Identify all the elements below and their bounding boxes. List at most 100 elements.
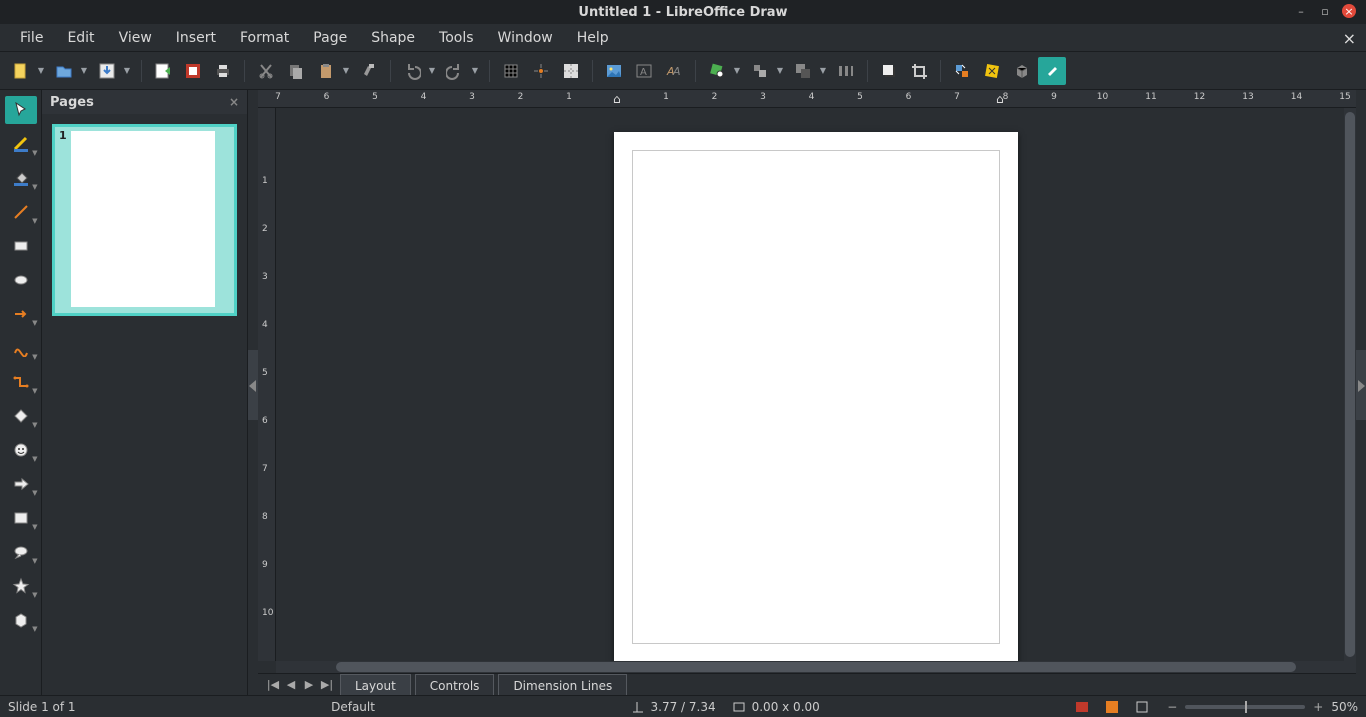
shadow-button[interactable] (875, 57, 903, 85)
nav-first-page-button[interactable]: |◀ (264, 674, 282, 695)
window-minimize-button[interactable]: – (1294, 4, 1308, 18)
ruler-h-label: 4 (421, 92, 427, 102)
paste-dropdown[interactable]: ▼ (341, 66, 351, 75)
basic-shapes-tool[interactable]: ▼ (5, 402, 37, 430)
ruler-v-label: 9 (262, 560, 268, 570)
horizontal-scrollbar[interactable] (276, 661, 1356, 673)
layer-tab-dimension-lines[interactable]: Dimension Lines (498, 674, 627, 695)
standard-toolbar: ▼ ▼ ▼ ▼ ▼ ▼ A AA ▼ ▼ ▼ (0, 52, 1366, 90)
nav-prev-page-button[interactable]: ◀ (282, 674, 300, 695)
page[interactable] (614, 132, 1018, 661)
layer-tab-layout[interactable]: Layout (340, 674, 411, 695)
redo-button[interactable] (441, 57, 469, 85)
menu-page[interactable]: Page (301, 27, 359, 49)
menu-format[interactable]: Format (228, 27, 301, 49)
snap-guides-button[interactable] (527, 57, 555, 85)
zoom-button[interactable] (703, 57, 731, 85)
save-button[interactable] (93, 57, 121, 85)
arrange-dropdown[interactable]: ▼ (818, 66, 828, 75)
menu-shape[interactable]: Shape (359, 27, 427, 49)
open-button[interactable] (50, 57, 78, 85)
toggle-extrusion-button[interactable] (1008, 57, 1036, 85)
stars-tool[interactable]: ▼ (5, 572, 37, 600)
new-button[interactable] (7, 57, 35, 85)
rectangle-tool[interactable] (5, 232, 37, 260)
flowchart-tool[interactable]: ▼ (5, 504, 37, 532)
zoom-level[interactable]: 50% (1331, 700, 1358, 714)
window-close-button[interactable]: × (1342, 4, 1356, 18)
zoom-in-button[interactable]: + (1311, 700, 1325, 714)
page-thumbnail[interactable]: 1 (52, 124, 237, 316)
signature-status-icon[interactable] (1075, 700, 1089, 714)
undo-dropdown[interactable]: ▼ (427, 66, 437, 75)
clone-formatting-button[interactable] (355, 57, 383, 85)
redo-dropdown[interactable]: ▼ (470, 66, 480, 75)
print-button[interactable] (209, 57, 237, 85)
zoom-out-button[interactable]: − (1165, 700, 1179, 714)
transformations-button[interactable] (948, 57, 976, 85)
arrow-tool[interactable]: ▼ (5, 300, 37, 328)
ruler-h-label: 3 (469, 92, 475, 102)
pages-panel-close-icon[interactable]: × (229, 95, 239, 109)
menu-window[interactable]: Window (486, 27, 565, 49)
status-layer[interactable]: Default (331, 700, 375, 714)
ruler-h-label: 8 (1003, 92, 1009, 102)
ellipse-tool[interactable] (5, 266, 37, 294)
horizontal-ruler[interactable]: ⌂ ⌂ 7654321123456789101112131415 (258, 90, 1356, 108)
layer-tab-controls[interactable]: Controls (415, 674, 495, 695)
insert-textbox-button[interactable]: A (630, 57, 658, 85)
block-arrows-tool[interactable]: ▼ (5, 470, 37, 498)
show-draw-functions-button[interactable] (1038, 57, 1066, 85)
open-dropdown[interactable]: ▼ (79, 66, 89, 75)
fill-color-tool[interactable]: ▼ (5, 164, 37, 192)
align-dropdown[interactable]: ▼ (775, 66, 785, 75)
insert-image-button[interactable] (600, 57, 628, 85)
close-document-button[interactable]: × (1343, 29, 1356, 48)
panel-splitter-left[interactable] (248, 90, 258, 695)
export-pdf-button[interactable] (179, 57, 207, 85)
connector-tool[interactable]: ▼ (5, 368, 37, 396)
window-title: Untitled 1 - LibreOffice Draw (578, 5, 787, 20)
vertical-scrollbar[interactable] (1344, 108, 1356, 661)
undo-button[interactable] (398, 57, 426, 85)
callout-tool[interactable]: ▼ (5, 538, 37, 566)
fit-page-icon[interactable] (1135, 700, 1149, 714)
menu-file[interactable]: File (8, 27, 55, 49)
3d-objects-tool[interactable]: ▼ (5, 606, 37, 634)
drawing-canvas[interactable] (276, 108, 1344, 661)
curve-tool[interactable]: ▼ (5, 334, 37, 362)
insert-fontwork-button[interactable]: AA (660, 57, 688, 85)
crop-button[interactable] (905, 57, 933, 85)
vertical-ruler[interactable]: 12345678910 (258, 108, 276, 661)
symbol-shapes-tool[interactable]: ▼ (5, 436, 37, 464)
nav-next-page-button[interactable]: ▶ (300, 674, 318, 695)
gluepoints-button[interactable] (978, 57, 1006, 85)
save-dropdown[interactable]: ▼ (122, 66, 132, 75)
paste-button[interactable] (312, 57, 340, 85)
svg-text:A: A (640, 67, 647, 78)
distribute-button[interactable] (832, 57, 860, 85)
grid-button[interactable] (497, 57, 525, 85)
line-tool[interactable]: ▼ (5, 198, 37, 226)
menu-help[interactable]: Help (565, 27, 621, 49)
nav-last-page-button[interactable]: ▶| (318, 674, 336, 695)
helplines-button[interactable] (557, 57, 585, 85)
cut-button[interactable] (252, 57, 280, 85)
status-slide: Slide 1 of 1 (8, 700, 76, 714)
zoom-slider[interactable] (1185, 705, 1305, 709)
save-status-icon[interactable] (1105, 700, 1119, 714)
menu-tools[interactable]: Tools (427, 27, 486, 49)
line-color-tool[interactable]: ▼ (5, 130, 37, 158)
zoom-dropdown[interactable]: ▼ (732, 66, 742, 75)
panel-splitter-right[interactable] (1356, 90, 1366, 695)
window-maximize-button[interactable]: ▫ (1318, 4, 1332, 18)
menu-view[interactable]: View (107, 27, 164, 49)
export-button[interactable] (149, 57, 177, 85)
select-tool[interactable] (5, 96, 37, 124)
arrange-button[interactable] (789, 57, 817, 85)
menu-edit[interactable]: Edit (55, 27, 106, 49)
align-button[interactable] (746, 57, 774, 85)
menu-insert[interactable]: Insert (164, 27, 228, 49)
new-dropdown[interactable]: ▼ (36, 66, 46, 75)
copy-button[interactable] (282, 57, 310, 85)
